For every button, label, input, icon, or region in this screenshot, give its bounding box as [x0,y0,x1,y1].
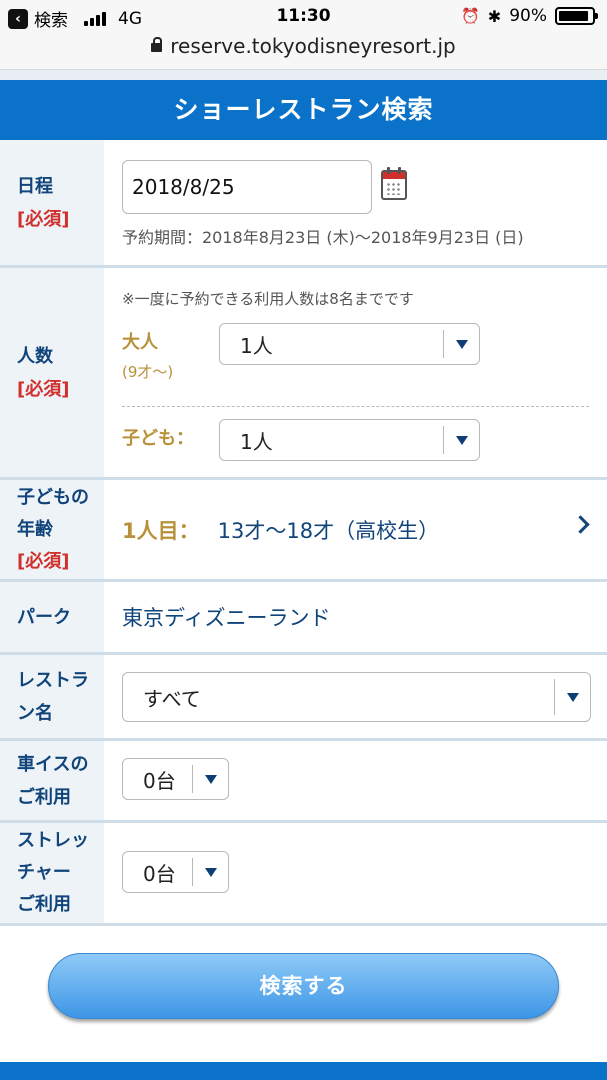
wheelchair-label-line2: ご利用 [17,786,71,808]
adult-age-hint: (9才〜) [122,363,174,381]
top-divider [0,70,607,80]
reservation-period: 予約期間：2018年8月23日 (木)〜2018年9月23日 (日) [122,228,524,247]
child-age-label: 子どもの 年齢 [必須] [0,480,104,579]
stretcher-label-line3: ご利用 [17,894,71,915]
battery-percent: 90% [509,6,547,26]
child-age-value[interactable]: 1人目： 13才〜18才（高校生） [122,480,439,579]
url-text[interactable]: reserve.tokyodisneyresort.jp [170,34,455,58]
park-row: パーク 東京ディズニーランド [0,582,607,655]
child-age-required: [必須] [17,550,70,572]
url-bar[interactable]: reserve.tokyodisneyresort.jp [0,34,607,70]
battery-icon [555,7,598,25]
stretcher-select-value: 0台 [143,861,176,886]
bluetooth-icon: ✱ [487,6,502,26]
adult-select-value: 1人 [240,333,273,358]
restaurant-select-value: すべて [143,686,201,711]
dropdown-arrow-icon [192,765,228,793]
child-select-value: 1人 [240,429,273,454]
adult-label: 大人 [122,332,158,353]
child-age-row[interactable]: 子どもの 年齢 [必須] 1人目： 13才〜18才（高校生） [0,480,607,582]
dropdown-arrow-icon [192,858,228,886]
people-label: 人数 [必須] [0,268,104,477]
page-title: ショーレストラン検索 [0,80,607,140]
divider [122,406,589,407]
wheelchair-label: 車イスの ご利用 [0,741,104,820]
dropdown-arrow-icon [443,330,479,358]
chevron-right-icon[interactable] [571,515,590,534]
people-note: ※一度に予約できる利用人数は8名までです [122,290,414,308]
date-label: 日程 [必須] [0,140,104,265]
date-required: [必須] [17,208,70,230]
dropdown-arrow-icon [443,426,479,454]
date-row: 日程 [必須] 2018/8/25 予約期間：2018年8月23日 (木)〜20… [0,140,607,268]
wheelchair-label-line1: 車イスの [17,753,89,775]
date-label-text: 日程 [17,175,53,197]
wheelchair-select-value: 0台 [143,768,176,793]
stretcher-label-line2: チャー [17,862,71,883]
stretcher-select[interactable]: 0台 [122,851,229,893]
stretcher-row: ストレッ チャー ご利用 0台 [0,823,607,926]
people-required: [必須] [17,378,70,400]
footer-bar [0,1062,607,1080]
status-right: ⏰ ✱ 90% [461,6,598,26]
child-label: 子ども： [122,428,194,449]
child-age-label-line1: 子どもの [17,486,89,508]
people-label-text: 人数 [17,345,53,367]
wheelchair-row: 車イスの ご利用 0台 [0,741,607,823]
wheelchair-select[interactable]: 0台 [122,758,229,800]
stretcher-label: ストレッ チャー ご利用 [0,823,104,923]
park-label: パーク [0,582,104,652]
calendar-icon[interactable] [381,167,407,200]
adult-select[interactable]: 1人 [219,323,480,365]
child-age-label-line2: 年齢 [17,518,53,540]
park-label-text: パーク [17,606,71,628]
dropdown-arrow-icon [554,679,590,715]
lock-icon [151,37,163,52]
date-input[interactable]: 2018/8/25 [122,160,372,214]
status-bar: ‹ 検索 4G 11:30 ⏰ ✱ 90% [0,0,607,34]
child-select[interactable]: 1人 [219,419,480,461]
people-row: 人数 [必須] ※一度に予約できる利用人数は8名までです 大人 (9才〜) 1人… [0,268,607,480]
stretcher-label-line1: ストレッ [17,830,89,851]
restaurant-select[interactable]: すべて [122,672,591,722]
restaurant-label: レストラ ン名 [0,655,104,738]
restaurant-row: レストラ ン名 すべて [0,655,607,741]
search-button[interactable]: 検索する [48,953,559,1019]
restaurant-label-line2: ン名 [17,702,53,724]
alarm-icon: ⏰ [461,7,480,25]
restaurant-label-line1: レストラ [17,669,89,691]
park-value: 東京ディズニーランド [122,606,331,630]
child-age-text: 13才〜18才（高校生） [217,518,440,543]
child-ordinal: 1人目： [122,518,200,543]
